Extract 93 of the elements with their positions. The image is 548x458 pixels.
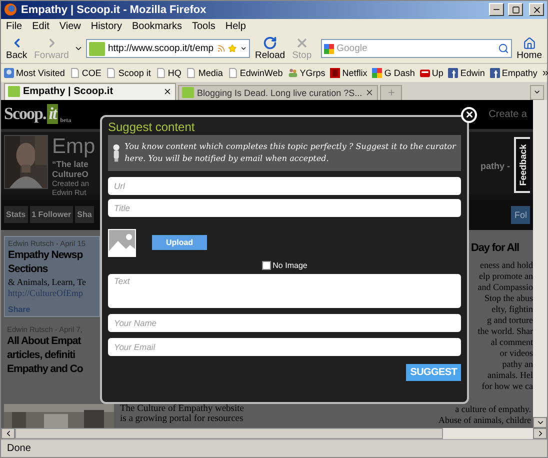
- video-icon: [420, 68, 430, 78]
- social-icon: [448, 68, 458, 78]
- image-placeholder-icon: [108, 228, 136, 257]
- home-button[interactable]: Home: [514, 36, 544, 61]
- follow-button[interactable]: Fol: [511, 206, 530, 224]
- post-text: Abuse of animals, childre: [438, 415, 531, 426]
- close-icon: [532, 4, 542, 15]
- feedback-tab[interactable]: Feedback: [514, 136, 530, 193]
- page-icon: [70, 68, 80, 78]
- reload-icon: [263, 36, 278, 50]
- bookmark[interactable]: Empathy: [490, 68, 538, 78]
- post-title: Empathy and Co: [7, 362, 84, 376]
- horizontal-scrollbar[interactable]: [1, 428, 547, 440]
- stats-tab[interactable]: Sha: [75, 206, 94, 224]
- window-title: Empathy | Scoop.it - Mozilla Firefox: [21, 4, 208, 16]
- maximize-button[interactable]: [508, 3, 523, 16]
- post-text: The Culture of Empathy website is a growing portal for resources: [120, 404, 244, 424]
- site-icon: [8, 86, 20, 98]
- page-icon: [106, 68, 116, 78]
- topic-description: CultureO: [52, 168, 90, 179]
- post-title: Sections: [8, 262, 49, 276]
- post-title: Day for All: [471, 242, 520, 254]
- header-link[interactable]: Create a: [488, 108, 527, 120]
- page-icon: [156, 68, 166, 78]
- browser-icon: [4, 3, 17, 16]
- menu-item[interactable]: Tools: [187, 21, 220, 32]
- menu-item[interactable]: Edit: [27, 21, 54, 32]
- bookmark[interactable]: EdwinWeb: [228, 68, 283, 78]
- search-placeholder: Google: [336, 43, 368, 54]
- plus-icon: [386, 88, 396, 98]
- post-text: & Animals, Learn, Te: [8, 276, 87, 287]
- scroll-left-icon[interactable]: [1, 428, 15, 440]
- bookmark[interactable]: YGrps: [288, 68, 326, 78]
- star-icon[interactable]: [228, 43, 237, 54]
- close-button[interactable]: [529, 3, 544, 16]
- intro-text: You know content which completes this topic perfectly ? Suggest it to the curator here. You will be notified by email when accepted.: [124, 140, 457, 165]
- bookmark[interactable]: Edwin: [448, 68, 485, 78]
- social-icon: [490, 68, 500, 78]
- browser-tab[interactable]: Empathy | Scoop.it: [4, 82, 176, 100]
- bookmark[interactable]: HQ: [156, 68, 182, 78]
- site-icon: [88, 42, 105, 56]
- post-text: a culture of empathy.: [455, 404, 531, 416]
- topic-title: Emp: [52, 134, 96, 159]
- bookmark[interactable]: G Dash: [372, 68, 415, 78]
- status-text: Done: [7, 443, 31, 454]
- scroll-thumb[interactable]: [15, 428, 443, 440]
- menu-item[interactable]: History: [86, 21, 127, 32]
- squares-icon: [372, 68, 382, 78]
- bookmark[interactable]: COE: [70, 68, 102, 78]
- people-icon: [288, 68, 298, 78]
- bookmark[interactable]: Media: [186, 68, 223, 78]
- scroll-right-icon[interactable]: [533, 428, 547, 440]
- maximize-icon: [512, 6, 520, 14]
- bookmark[interactable]: Up: [420, 68, 444, 78]
- reload-button[interactable]: Reload: [252, 36, 288, 62]
- bookmark[interactable]: Scoop it: [106, 68, 151, 78]
- menu-item[interactable]: View: [54, 21, 86, 32]
- checkbox[interactable]: [262, 260, 271, 270]
- url-text: http://www.scoop.it/t/emp: [108, 43, 214, 54]
- stats-tab[interactable]: 1 Follower: [30, 206, 74, 224]
- squares-icon: [324, 44, 334, 54]
- page-icon: [228, 68, 238, 78]
- menu-item[interactable]: Bookmarks: [126, 21, 187, 32]
- back-button[interactable]: Back: [4, 36, 30, 62]
- dialog-title: Suggest content: [108, 120, 196, 134]
- minimize-button[interactable]: [489, 3, 504, 16]
- post-title: All About Empat: [7, 334, 82, 348]
- site-icon: [182, 87, 194, 98]
- tab-list-button[interactable]: [530, 84, 544, 100]
- tile-icon: [330, 68, 340, 78]
- bookmark[interactable]: Netflix: [330, 68, 368, 78]
- stats-tab[interactable]: Stats: [4, 206, 28, 224]
- post-text: eness and hold elp promote an and Compassio Stop the abus elty, fightin g and torture the world. Shar al comment or videos pathy an animals. Hel for how we ca: [476, 260, 533, 392]
- checkbox-label: No Image: [272, 260, 308, 270]
- url-field[interactable]: http://www.scoop.it/t/emp: [86, 39, 250, 58]
- home-icon: [522, 36, 536, 50]
- stop-icon: [294, 36, 309, 50]
- menu-item[interactable]: File: [1, 21, 28, 32]
- browser-tab[interactable]: Blogging Is Dead. Long live curation ?S...: [178, 84, 378, 100]
- bookmark[interactable]: Most Visited: [4, 68, 65, 78]
- topic-description: “The late: [52, 158, 90, 169]
- post-title: articles, definiti: [7, 348, 76, 362]
- close-icon[interactable]: [163, 87, 172, 96]
- vertical-scrollbar[interactable]: [533, 100, 547, 428]
- menu-item[interactable]: Help: [220, 21, 251, 32]
- post-title: Empathy Newsp: [8, 248, 84, 262]
- scroll-down-icon[interactable]: [533, 417, 547, 428]
- page-icon: [186, 68, 196, 78]
- rss-icon: [216, 43, 226, 54]
- close-icon[interactable]: [365, 88, 374, 98]
- topic-description: pathy -: [480, 160, 510, 171]
- more-bookmarks-button[interactable]: »: [542, 66, 548, 79]
- close-icon: [464, 110, 474, 120]
